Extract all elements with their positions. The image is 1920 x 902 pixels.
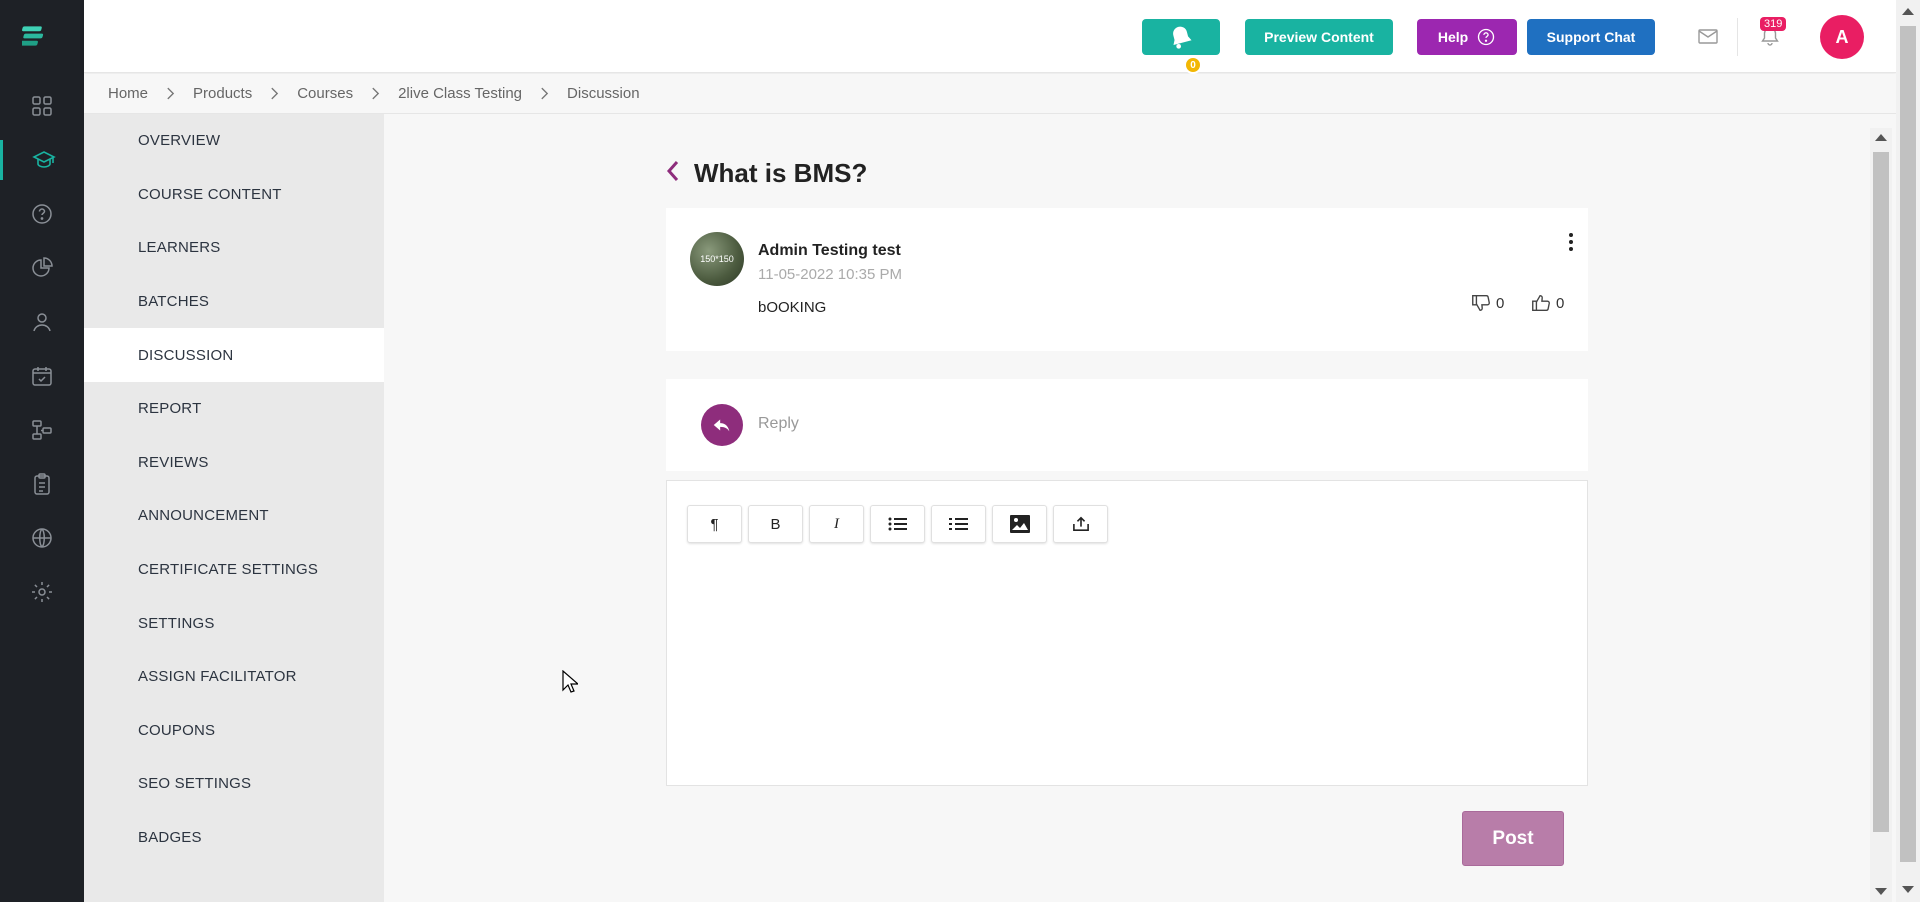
top-bar: 0 Preview Content Help Support Chat 319 … — [84, 0, 1896, 74]
calendar-check-icon[interactable] — [0, 356, 84, 396]
menu-item-course-content[interactable]: COURSE CONTENT — [84, 168, 384, 222]
breadcrumb-home[interactable]: Home — [108, 85, 148, 102]
clipboard-icon[interactable] — [0, 464, 84, 504]
breadcrumb-products[interactable]: Products — [193, 85, 252, 102]
menu-item-settings[interactable]: SETTINGS — [84, 596, 384, 650]
page-scroll-up-arrow-icon[interactable] — [1902, 8, 1914, 15]
menu-item-coupons[interactable]: COUPONS — [84, 704, 384, 758]
question-circle-icon[interactable] — [0, 194, 84, 234]
thumbs-up-icon — [1532, 294, 1550, 312]
scroll-down-arrow-icon[interactable] — [1875, 888, 1887, 895]
italic-button[interactable]: I — [809, 505, 864, 543]
embed-button[interactable] — [1053, 505, 1108, 543]
pie-chart-icon[interactable] — [0, 248, 84, 288]
bell-count-badge: 0 — [1184, 56, 1202, 74]
menu-item-reviews[interactable]: REVIEWS — [84, 436, 384, 490]
workflow-icon[interactable] — [0, 410, 84, 450]
dislike-button[interactable]: 0 — [1470, 292, 1504, 314]
page-scroll-thumb[interactable] — [1900, 26, 1916, 862]
dashboard-grid-icon[interactable] — [0, 86, 84, 126]
upload-box-icon — [1072, 516, 1089, 532]
post-date: 11-05-2022 10:35 PM — [758, 266, 902, 283]
reply-label: Reply — [758, 415, 799, 432]
breadcrumb-courses[interactable]: Courses — [297, 85, 353, 102]
menu-item-seo-settings[interactable]: SEO SETTINGS — [84, 757, 384, 811]
bullet-list-button[interactable] — [870, 505, 925, 543]
chevron-right-icon — [540, 87, 549, 100]
discussion-main: What is BMS? 150*150 Admin Testing test … — [384, 128, 1870, 902]
mouse-cursor-icon — [562, 669, 580, 699]
image-icon — [1009, 515, 1030, 533]
content-scrollbar[interactable] — [1870, 128, 1892, 902]
breadcrumb-current: Discussion — [567, 85, 640, 102]
page-scrollbar[interactable] — [1896, 0, 1920, 902]
editor-toolbar: ¶ B I — [687, 505, 1108, 543]
menu-item-report[interactable]: REPORT — [84, 382, 384, 436]
scroll-up-arrow-icon[interactable] — [1875, 134, 1887, 141]
chevron-right-icon — [166, 87, 175, 100]
user-icon[interactable] — [0, 302, 84, 342]
app-rail — [0, 0, 84, 902]
gear-icon[interactable] — [0, 572, 84, 612]
title-row: What is BMS? — [666, 158, 867, 189]
post-body: bOOKING — [758, 299, 827, 316]
post-author-name: Admin Testing test — [758, 242, 901, 259]
menu-item-learners[interactable]: LEARNERS — [84, 221, 384, 275]
bullet-list-icon — [888, 517, 907, 531]
notification-count-badge: 319 — [1760, 17, 1787, 31]
like-count: 0 — [1556, 294, 1565, 312]
menu-item-assign-facilitator[interactable]: ASSIGN FACILITATOR — [84, 650, 384, 704]
mail-icon[interactable] — [1696, 24, 1720, 53]
bell-icon — [1173, 26, 1192, 49]
like-button[interactable]: 0 — [1530, 292, 1564, 314]
help-label: Help — [1437, 29, 1469, 45]
preview-content-button[interactable]: Preview Content — [1245, 19, 1393, 55]
page-scroll-down-arrow-icon[interactable] — [1902, 886, 1914, 893]
chevron-right-icon — [270, 87, 279, 100]
page-title: What is BMS? — [694, 158, 868, 188]
support-chat-button[interactable]: Support Chat — [1527, 19, 1655, 55]
graduation-cap-icon[interactable] — [0, 140, 84, 180]
menu-item-badges[interactable]: BADGES — [84, 811, 384, 865]
insert-image-button[interactable] — [992, 505, 1047, 543]
numbered-list-button[interactable] — [931, 505, 986, 543]
breadcrumb-course-name[interactable]: 2live Class Testing — [398, 85, 522, 102]
reply-text-area[interactable] — [687, 557, 1567, 767]
post-author-avatar: 150*150 — [690, 232, 744, 286]
topbar-divider — [1737, 18, 1738, 56]
discussion-post-card: 150*150 Admin Testing test 11-05-2022 10… — [666, 208, 1588, 351]
paragraph-button[interactable]: ¶ — [687, 505, 742, 543]
reply-icon — [701, 404, 743, 446]
announcement-bell-button[interactable] — [1142, 19, 1220, 55]
course-menu: OVERVIEW COURSE CONTENT LEARNERS BATCHES… — [84, 114, 384, 902]
app-logo-icon[interactable] — [18, 24, 52, 54]
menu-item-announcement[interactable]: ANNOUNCEMENT — [84, 489, 384, 543]
chevron-right-icon — [371, 87, 380, 100]
menu-item-overview[interactable]: OVERVIEW — [84, 114, 384, 168]
reply-editor: ¶ B I — [666, 480, 1588, 786]
more-options-icon[interactable] — [1568, 232, 1574, 257]
menu-item-certificate-settings[interactable]: CERTIFICATE SETTINGS — [84, 543, 384, 597]
globe-icon[interactable] — [0, 518, 84, 558]
bold-button[interactable]: B — [748, 505, 803, 543]
dislike-count: 0 — [1496, 294, 1505, 312]
user-avatar[interactable]: A — [1820, 15, 1864, 59]
menu-item-discussion[interactable]: DISCUSSION — [84, 328, 384, 382]
help-button[interactable]: Help — [1417, 19, 1517, 55]
menu-item-batches[interactable]: BATCHES — [84, 275, 384, 329]
reply-card[interactable]: Reply — [666, 379, 1588, 471]
back-chevron-icon[interactable] — [666, 160, 680, 187]
breadcrumb: Home Products Courses 2live Class Testin… — [84, 74, 1896, 114]
question-circle-icon — [1478, 28, 1495, 46]
scroll-thumb[interactable] — [1873, 152, 1889, 832]
post-button[interactable]: Post — [1462, 811, 1564, 866]
numbered-list-icon — [948, 518, 968, 530]
thumbs-down-icon — [1472, 294, 1490, 312]
